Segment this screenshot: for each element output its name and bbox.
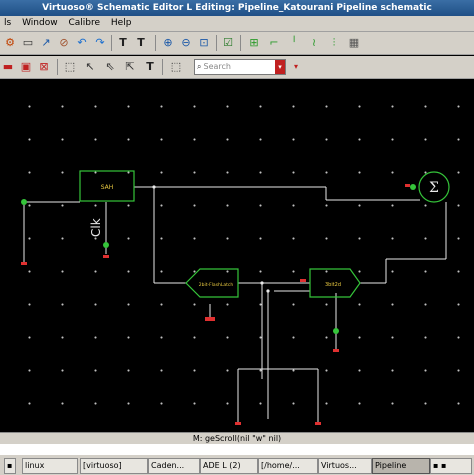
- taskbar: ▪ linux [virtuoso] Caden... ADE L (2) [/…: [0, 454, 474, 475]
- adc-clk-marker: [205, 317, 215, 321]
- clk-gnd-marker: [103, 255, 109, 258]
- bus-icon[interactable]: ⫶: [326, 35, 342, 51]
- gnd-marker: [21, 262, 27, 265]
- clk-pin: [103, 242, 109, 248]
- move-icon[interactable]: ⇖: [102, 59, 118, 75]
- property-icon[interactable]: T: [142, 59, 158, 75]
- add-instance-icon[interactable]: ⊞: [246, 35, 262, 51]
- zoom-out-icon[interactable]: ⊖: [178, 35, 194, 51]
- label-icon[interactable]: T: [133, 35, 149, 51]
- taskbar-tray-icon[interactable]: ▪ ▪: [430, 458, 472, 474]
- edit-toolbar: ▬ ▣ ⊠ ⬚ ↖ ⇖ ⇱ T ⬚ ⌕ Search ▾ ▾: [0, 56, 474, 79]
- zoom-fit-icon[interactable]: ⊡: [196, 35, 212, 51]
- check-icon[interactable]: ☑: [220, 35, 236, 51]
- grid-icon[interactable]: ▦: [346, 35, 362, 51]
- window-icon[interactable]: ▭: [20, 35, 36, 51]
- menu-window[interactable]: Window: [22, 18, 58, 28]
- red-block-icon[interactable]: ▬: [0, 59, 16, 75]
- text-icon[interactable]: T: [115, 35, 131, 51]
- search-icon: ⌕: [197, 62, 202, 71]
- frame-icon[interactable]: ⬚: [168, 59, 184, 75]
- undo-icon[interactable]: ↶: [74, 35, 90, 51]
- window-title: Virtuoso® Schematic Editor L Editing: Pi…: [42, 3, 432, 13]
- search-options-icon[interactable]: ▾: [288, 59, 304, 75]
- chevron-down-icon[interactable]: ▾: [275, 60, 285, 74]
- search-placeholder: Search: [203, 62, 231, 71]
- task-virtuoso-2[interactable]: Virtuos...: [318, 458, 372, 474]
- schematic-drawing: SAH 2bit-FlashLatch 3bit2d Σ Clk: [21, 170, 450, 425]
- wire-name-icon[interactable]: ≀: [306, 35, 322, 51]
- adc-label: 2bit-FlashLatch: [199, 282, 234, 288]
- zoom-in-icon[interactable]: ⊕: [160, 35, 176, 51]
- stretch-icon[interactable]: ↖: [82, 59, 98, 75]
- out-a-marker: [235, 422, 241, 425]
- arrow-icon[interactable]: ↗: [38, 35, 54, 51]
- task-ade[interactable]: ADE L (2): [200, 458, 258, 474]
- summer-label: Σ: [429, 180, 439, 196]
- taskbar-desktop-icon[interactable]: ▪: [4, 458, 16, 474]
- wire-icon[interactable]: ⌐: [266, 35, 282, 51]
- task-home[interactable]: [/home/...: [258, 458, 318, 474]
- main-toolbar: ⚙ ▭ ↗ ⊘ ↶ ↷ T T ⊕ ⊖ ⊡ ☑ ⊞ ⌐ ╵ ≀ ⫶ ▦: [0, 32, 474, 55]
- task-cadence[interactable]: Caden...: [148, 458, 200, 474]
- dac-in-marker: [300, 279, 306, 282]
- pin-icon[interactable]: ╵: [286, 35, 302, 51]
- input-pin: [21, 199, 27, 205]
- delete-icon[interactable]: ⊠: [36, 59, 52, 75]
- task-virtuoso[interactable]: [virtuoso]: [80, 458, 148, 474]
- status-message: M: geScroll(nil "w" nil): [192, 434, 282, 443]
- search-box[interactable]: ⌕ Search ▾: [194, 59, 286, 75]
- ref-gnd-marker: [333, 349, 339, 352]
- sah-label: SAH: [101, 184, 114, 191]
- dac-label: 3bit2d: [325, 282, 341, 288]
- task-pipeline[interactable]: Pipeline: [372, 458, 430, 474]
- out-b-marker: [315, 422, 321, 425]
- menu-help[interactable]: Help: [111, 18, 132, 28]
- schematic-canvas[interactable]: SAH 2bit-FlashLatch 3bit2d Σ Clk: [0, 79, 474, 432]
- stop-sim-icon[interactable]: ▣: [18, 59, 34, 75]
- redo-icon[interactable]: ↷: [92, 35, 108, 51]
- gear-icon[interactable]: ⚙: [2, 35, 18, 51]
- menu-bar: ls Window Calibre Help: [0, 16, 474, 32]
- copy-icon[interactable]: ⇱: [122, 59, 138, 75]
- sum-marker: [405, 184, 410, 187]
- window-title-bar: Virtuoso® Schematic Editor L Editing: Pi…: [0, 0, 474, 16]
- stop-icon[interactable]: ⊘: [56, 35, 72, 51]
- select-icon[interactable]: ⬚: [62, 59, 78, 75]
- menu-calibre[interactable]: Calibre: [68, 18, 100, 28]
- ref-pin: [333, 328, 339, 334]
- sum-input-pin: [410, 184, 416, 190]
- menu-ls[interactable]: ls: [4, 18, 11, 28]
- status-gap: [0, 444, 474, 454]
- clk-label: Clk: [89, 218, 103, 237]
- task-linux[interactable]: linux: [22, 458, 78, 474]
